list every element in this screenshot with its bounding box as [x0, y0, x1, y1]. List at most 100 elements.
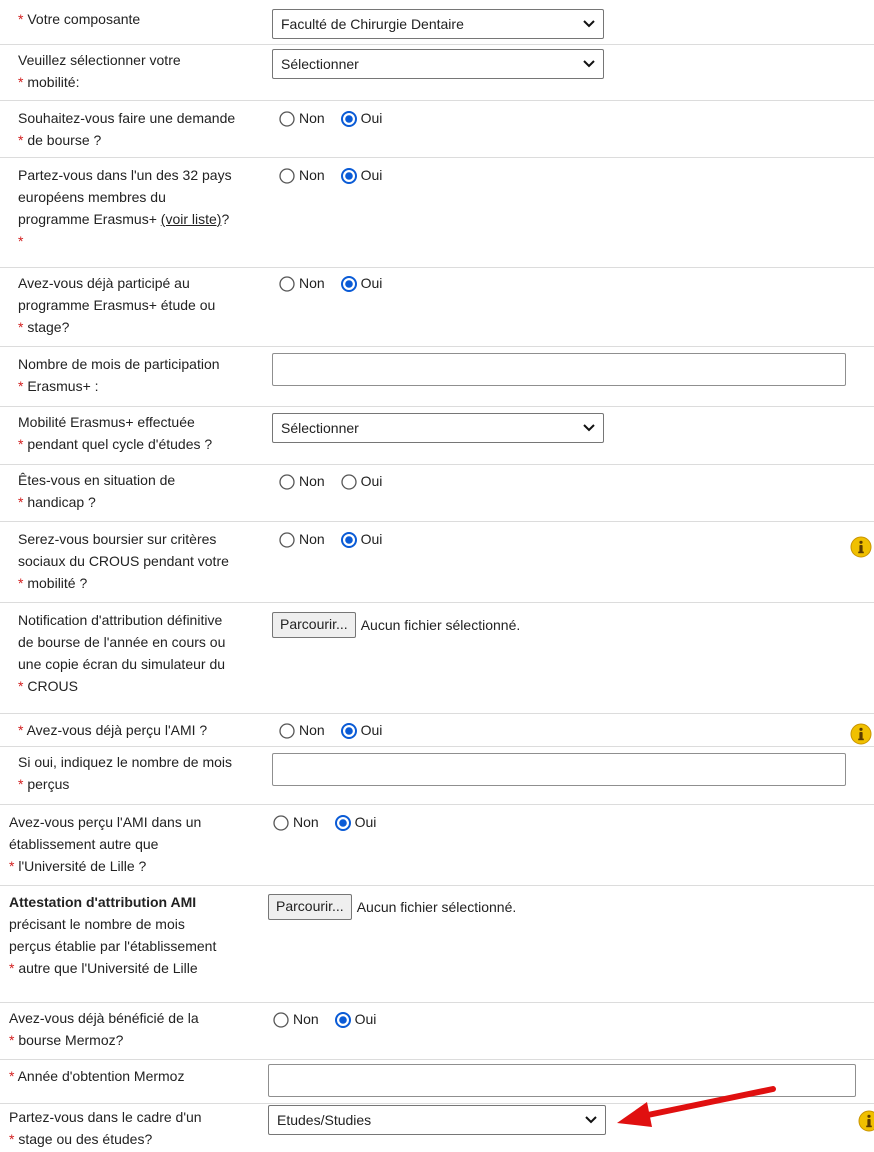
row-mermoz: Avez-vous déjà bénéficié de la * bourse … [0, 1003, 874, 1060]
row-ami: * Avez-vous déjà perçu l'AMI ? Non Oui [0, 714, 874, 747]
field-label: Attestation d'attribution AMI précisant … [9, 894, 217, 976]
radio-option-oui[interactable]: Oui [334, 811, 376, 833]
ami-mois-input[interactable] [272, 753, 846, 786]
field-label: * Votre composante [18, 11, 141, 27]
chevron-down-icon [582, 423, 596, 433]
mobilite-select[interactable]: Sélectionner [272, 49, 604, 79]
row-ami-autre: Avez-vous perçu l'AMI dans un établissem… [0, 805, 874, 886]
field-label: Nombre de mois de participation * Erasmu… [18, 356, 220, 394]
browse-button[interactable]: Parcourir... [268, 894, 352, 920]
row-handicap: Êtes-vous en situation de * handicap ? N… [0, 465, 874, 522]
pays-radio-group: Non Oui [278, 164, 393, 186]
info-icon[interactable] [850, 536, 872, 558]
required-marker: * [18, 436, 24, 452]
radio-option-non[interactable]: Non [272, 1008, 319, 1030]
radio-button-checked[interactable] [334, 1011, 352, 1029]
radio-option-non[interactable]: Non [278, 719, 325, 741]
radio-button-checked[interactable] [340, 167, 358, 185]
crous-radio-group: Non Oui [278, 528, 393, 550]
cadre-select[interactable]: Etudes/Studies [268, 1105, 606, 1135]
required-marker: * [9, 960, 15, 976]
mois-erasmus-input[interactable] [272, 353, 846, 386]
radio-button-unchecked[interactable] [272, 1011, 290, 1029]
required-marker: * [9, 1131, 15, 1147]
radio-button-checked[interactable] [334, 814, 352, 832]
info-icon[interactable] [858, 1110, 874, 1132]
radio-button-unchecked[interactable] [278, 275, 296, 293]
row-mobilite: Veuillez sélectionner votre * mobilité: … [0, 45, 874, 101]
row-attestation: Attestation d'attribution AMI précisant … [0, 886, 874, 1003]
bourse-radio-group: Non Oui [278, 107, 393, 129]
radio-button-unchecked[interactable] [278, 531, 296, 549]
red-arrow-annotation [617, 1086, 776, 1127]
required-marker: * [18, 74, 24, 90]
notification-file-input: Parcourir... Aucun fichier sélectionné. [272, 612, 520, 638]
erasmus-deja-radio-group: Non Oui [278, 272, 393, 294]
row-erasmus-deja: Avez-vous déjà participé au programme Er… [0, 268, 874, 347]
radio-option-non[interactable]: Non [272, 811, 319, 833]
radio-button-checked[interactable] [340, 531, 358, 549]
info-icon[interactable] [850, 723, 872, 745]
radio-button-unchecked[interactable] [272, 814, 290, 832]
field-label: Avez-vous perçu l'AMI dans un établissem… [9, 814, 202, 874]
required-marker: * [18, 233, 24, 249]
required-marker: * [18, 132, 24, 148]
radio-option-oui[interactable]: Oui [340, 107, 382, 129]
chevron-down-icon [582, 59, 596, 69]
row-bourse: Souhaitez-vous faire une demande * de bo… [0, 101, 874, 158]
radio-button-checked[interactable] [340, 722, 358, 740]
row-cycle: Mobilité Erasmus+ effectuée * pendant qu… [0, 407, 874, 465]
radio-option-oui[interactable]: Oui [340, 470, 382, 492]
row-composante: * Votre composante Faculté de Chirurgie … [0, 0, 874, 45]
radio-button-unchecked[interactable] [340, 473, 358, 491]
radio-option-oui[interactable]: Oui [340, 164, 382, 186]
cycle-select[interactable]: Sélectionner [272, 413, 604, 443]
radio-option-non[interactable]: Non [278, 470, 325, 492]
field-label: Veuillez sélectionner votre * mobilité: [18, 52, 181, 90]
radio-option-non[interactable]: Non [278, 528, 325, 550]
row-ami-mois: Si oui, indiquez le nombre de mois * per… [0, 747, 874, 805]
field-label: Avez-vous déjà participé au programme Er… [18, 275, 216, 335]
row-notification: Notification d'attribution définitive de… [0, 603, 874, 714]
required-marker: * [18, 11, 24, 27]
radio-button-unchecked[interactable] [278, 167, 296, 185]
radio-option-non[interactable]: Non [278, 107, 325, 129]
radio-option-non[interactable]: Non [278, 272, 325, 294]
radio-button-checked[interactable] [340, 110, 358, 128]
chevron-down-icon [584, 1115, 598, 1125]
radio-button-unchecked[interactable] [278, 473, 296, 491]
field-label: Si oui, indiquez le nombre de mois * per… [18, 754, 233, 792]
required-marker: * [18, 494, 24, 510]
chevron-down-icon [582, 19, 596, 29]
no-file-text: Aucun fichier sélectionné. [360, 617, 521, 633]
handicap-radio-group: Non Oui [278, 470, 393, 492]
ami-autre-radio-group: Non Oui [272, 811, 387, 833]
required-marker: * [9, 1068, 15, 1084]
ami-radio-group: Non Oui [278, 719, 393, 741]
voir-liste-link[interactable]: (voir liste) [161, 211, 222, 227]
radio-option-oui[interactable]: Oui [340, 272, 382, 294]
no-file-text: Aucun fichier sélectionné. [356, 899, 517, 915]
browse-button[interactable]: Parcourir... [272, 612, 356, 638]
required-marker: * [18, 678, 24, 694]
radio-option-non[interactable]: Non [278, 164, 325, 186]
required-marker: * [18, 319, 24, 335]
radio-button-checked[interactable] [340, 275, 358, 293]
field-label: Êtes-vous en situation de * handicap ? [18, 472, 176, 510]
field-label: * Avez-vous déjà perçu l'AMI ? [18, 722, 208, 738]
row-mois-erasmus: Nombre de mois de participation * Erasmu… [0, 347, 874, 407]
field-label: Notification d'attribution définitive de… [18, 612, 226, 694]
mermoz-radio-group: Non Oui [272, 1008, 387, 1030]
field-label: Souhaitez-vous faire une demande * de bo… [18, 110, 236, 148]
field-label: * Année d'obtention Mermoz [9, 1068, 185, 1084]
required-marker: * [18, 378, 24, 394]
radio-button-unchecked[interactable] [278, 722, 296, 740]
required-marker: * [18, 575, 24, 591]
radio-option-oui[interactable]: Oui [340, 528, 382, 550]
radio-option-oui[interactable]: Oui [340, 719, 382, 741]
field-label: Partez-vous dans l'un des 32 pays europé… [18, 167, 232, 249]
radio-button-unchecked[interactable] [278, 110, 296, 128]
composante-select[interactable]: Faculté de Chirurgie Dentaire [272, 9, 604, 39]
radio-option-oui[interactable]: Oui [334, 1008, 376, 1030]
required-marker: * [9, 858, 15, 874]
